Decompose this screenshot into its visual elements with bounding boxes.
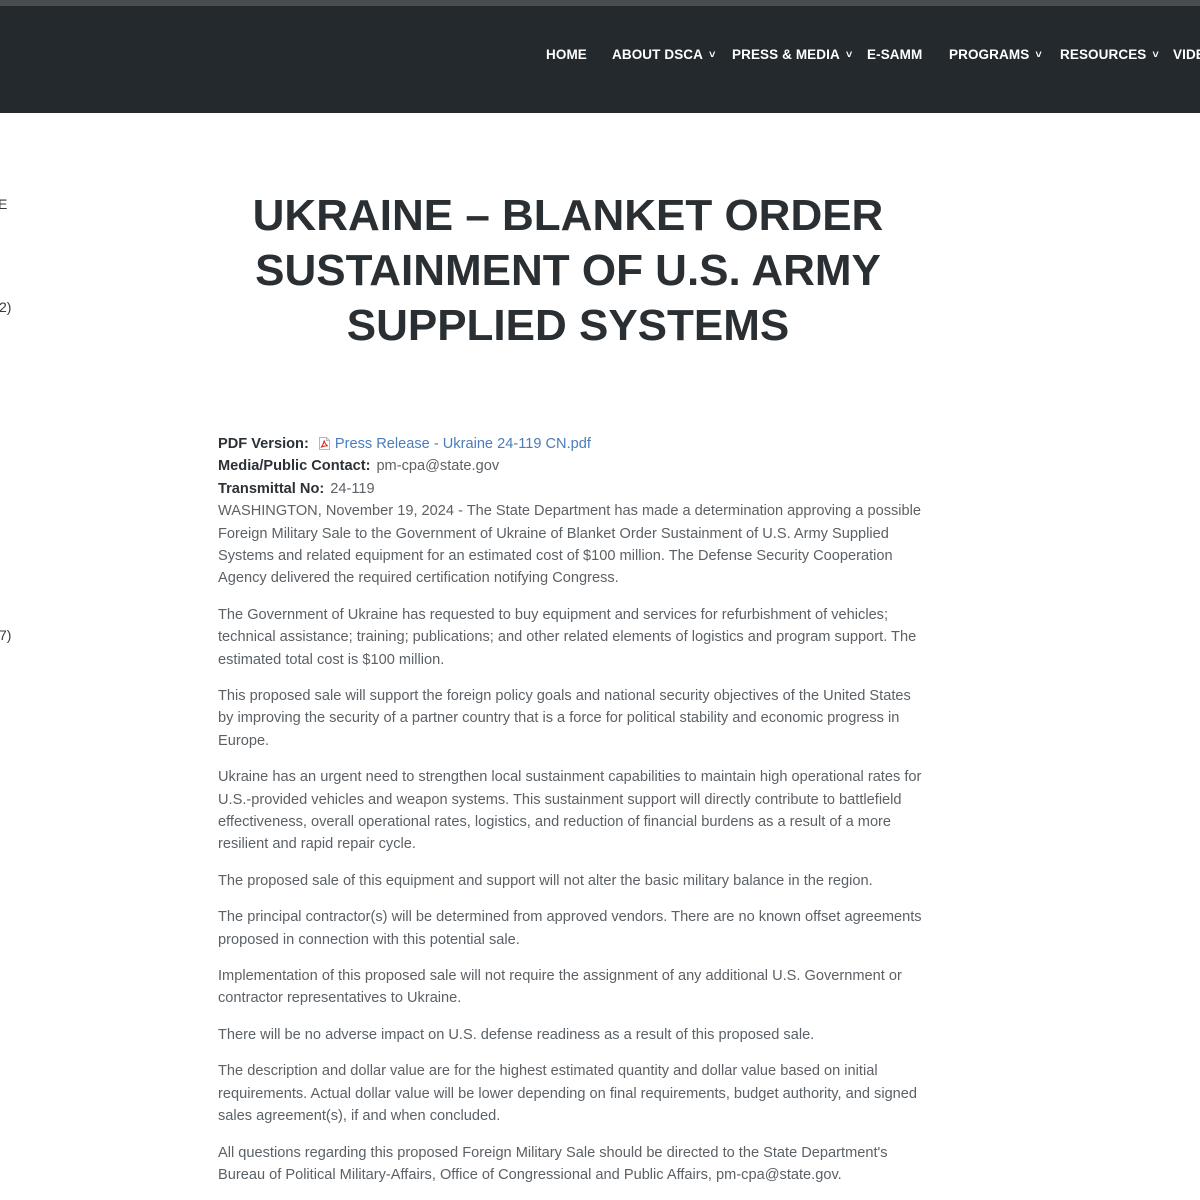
media-contact-label: Media/Public Contact: bbox=[218, 458, 371, 475]
pdf-download-link[interactable]: Press Release - Ukraine 24-119 CN.pdf bbox=[318, 436, 591, 452]
pdf-link-label: Press Release - Ukraine 24-119 CN.pdf bbox=[334, 436, 591, 452]
nav-item-label: VIDE bbox=[1173, 47, 1200, 62]
article-paragraph: There will be no adverse impact on U.S. … bbox=[218, 1026, 815, 1043]
chevron-down-icon: ˅ bbox=[1152, 49, 1159, 61]
article-paragraph: The description and dollar value are for… bbox=[218, 1063, 918, 1125]
sidebar-fragment[interactable]: 2) bbox=[0, 299, 11, 315]
nav-item-label: PRESS & MEDIA bbox=[732, 47, 840, 62]
article-paragraph: WASHINGTON, November 19, 2024 - The Stat… bbox=[218, 503, 922, 587]
main-navigation: HOME ABOUT DSCA ˅ PRESS & MEDIA ˅ E-SAMM P… bbox=[0, 6, 1200, 113]
nav-item-label: E-SAMM bbox=[867, 47, 923, 62]
nav-item-label: ABOUT DSCA bbox=[612, 47, 703, 62]
title-line: SUPPLIED SYSTEMS bbox=[346, 301, 790, 350]
article-paragraph: The proposed sale of this equipment and … bbox=[218, 872, 873, 889]
article-paragraph: The principal contractor(s) will be dete… bbox=[218, 909, 922, 948]
article-paragraph: Implementation of this proposed sale wil… bbox=[218, 968, 902, 1007]
nav-item-about-dsca[interactable]: ABOUT DSCA ˅ bbox=[612, 46, 716, 64]
media-contact-value: pm-cpa@state.gov bbox=[376, 458, 500, 475]
sidebar-fragment[interactable]: E bbox=[0, 196, 7, 212]
sidebar-fragment[interactable]: 7) bbox=[0, 627, 11, 643]
pdf-version-row: PDF Version: Press Release - Ukraine 24-… bbox=[218, 433, 923, 455]
chevron-down-icon: ˅ bbox=[1035, 49, 1042, 61]
nav-item-home[interactable]: HOME bbox=[546, 46, 587, 64]
nav-item-label: HOME bbox=[546, 47, 587, 62]
title-line: UKRAINE – BLANKET ORDER bbox=[252, 191, 884, 240]
article-paragraph: This proposed sale will support the fore… bbox=[218, 688, 911, 749]
nav-item-press-media[interactable]: PRESS & MEDIA ˅ bbox=[732, 46, 852, 64]
transmittal-label: Transmittal No: bbox=[218, 480, 325, 497]
pdf-file-icon bbox=[318, 437, 330, 450]
page-title: UKRAINE – BLANKET ORDER SUSTAINMENT OF U… bbox=[218, 188, 918, 353]
nav-item-videos[interactable]: VIDE bbox=[1173, 46, 1200, 64]
article-body: PDF Version: Press Release - Ukraine 24-… bbox=[218, 433, 923, 1200]
nav-item-programs[interactable]: PROGRAMS ˅ bbox=[949, 46, 1042, 64]
nav-item-resources[interactable]: RESOURCES ˅ bbox=[1060, 46, 1159, 64]
article-paragraph: Ukraine has an urgent need to strengthen… bbox=[218, 769, 922, 853]
title-line: SUSTAINMENT OF U.S. ARMY bbox=[255, 246, 881, 295]
nav-item-label: RESOURCES bbox=[1060, 47, 1147, 62]
nav-item-e-samm[interactable]: E-SAMM bbox=[867, 46, 922, 64]
media-contact-row: Media/Public Contact: pm-cpa@state.gov bbox=[218, 455, 923, 477]
article-paragraph: The Government of Ukraine has requested … bbox=[218, 606, 917, 668]
nav-item-label: PROGRAMS bbox=[949, 47, 1030, 62]
chevron-down-icon: ˅ bbox=[709, 49, 716, 61]
transmittal-row: Transmittal No: 24-119 bbox=[218, 478, 923, 500]
article-paragraph: All questions regarding this proposed Fo… bbox=[218, 1144, 888, 1183]
transmittal-value: 24-119 bbox=[330, 480, 375, 497]
pdf-version-label: PDF Version: bbox=[218, 436, 309, 452]
chevron-down-icon: ˅ bbox=[845, 49, 853, 61]
